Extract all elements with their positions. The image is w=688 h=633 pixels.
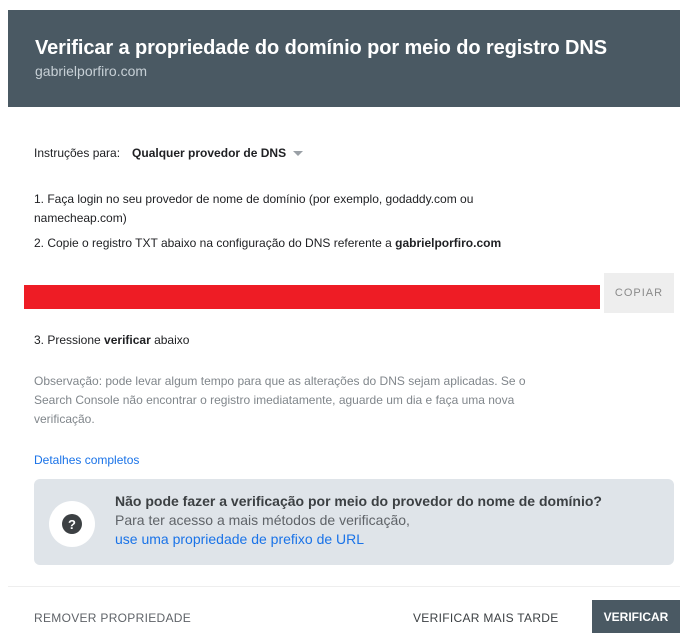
note-line-2: Search Console não encontrar o registro … [34, 393, 515, 407]
instructions-label: Instruções para: [34, 146, 121, 160]
step-3: 3. Pressione verificar abaixo [34, 331, 634, 350]
note-text: Observação: pode levar algum tempo para … [34, 372, 654, 429]
chevron-down-icon[interactable] [293, 151, 304, 156]
step-3-suffix: abaixo [150, 333, 190, 347]
dialog-title: Verificar a propriedade do domínio por m… [35, 37, 607, 59]
note-line-3: verificação. [34, 412, 95, 426]
step-3-prefix: 3. Pressione [34, 333, 105, 347]
verify-button[interactable]: VERIFICAR [592, 600, 680, 633]
verify-later-button[interactable]: VERIFICAR MAIS TARDE [413, 611, 559, 625]
step-1-text-cont: namecheap.com) [34, 211, 127, 225]
remove-property-button[interactable]: REMOVER PROPRIEDADE [34, 611, 191, 625]
txt-record-redacted[interactable] [24, 285, 600, 309]
help-text: Não pode fazer a verificação por meio do… [115, 492, 602, 549]
dialog-subtitle-domain: gabrielporfiro.com [35, 63, 148, 79]
full-details-link[interactable]: Detalhes completos [34, 453, 139, 467]
step-1: 1. Faça login no seu provedor de nome de… [34, 190, 634, 228]
question-circle-icon: ? [62, 514, 82, 534]
help-icon-circle: ? [49, 501, 95, 547]
step-3-bold: verificar [104, 333, 151, 347]
provider-dropdown[interactable]: Qualquer provedor de DNS [132, 146, 286, 160]
copy-button[interactable]: COPIAR [604, 273, 674, 313]
help-title: Não pode fazer a verificação por meio do… [115, 493, 602, 509]
step-2-text: 2. Copie o registro TXT abaixo na config… [34, 236, 396, 250]
url-prefix-property-link[interactable]: use uma propriedade de prefixo de URL [115, 530, 602, 549]
instructions-row: Instruções para: Qualquer provedor de DN… [34, 146, 304, 160]
dialog-header: Verificar a propriedade do domínio por m… [8, 10, 680, 107]
step-2-domain: gabrielporfiro.com [395, 236, 502, 250]
step-2: 2. Copie o registro TXT abaixo na config… [34, 234, 634, 253]
step-1-text: 1. Faça login no seu provedor de nome de… [34, 192, 474, 206]
help-box: ? Não pode fazer a verificação por meio … [34, 479, 674, 565]
footer-divider [8, 586, 680, 587]
help-body: Para ter acesso a mais métodos de verifi… [115, 512, 410, 528]
note-line-1: Observação: pode levar algum tempo para … [34, 374, 526, 388]
